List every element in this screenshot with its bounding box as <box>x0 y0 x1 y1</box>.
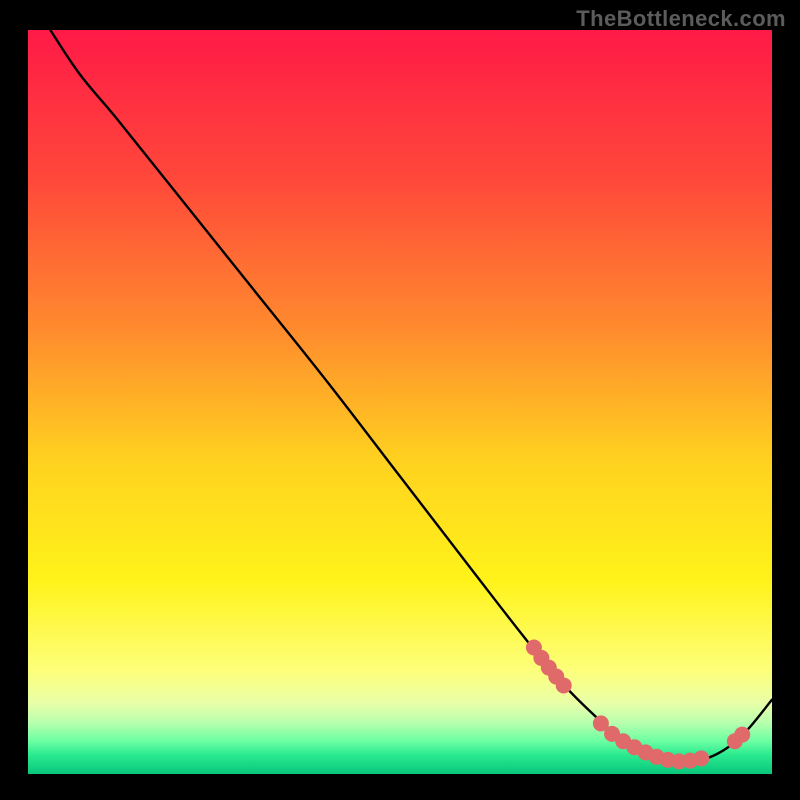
watermark-text: TheBottleneck.com <box>576 6 786 32</box>
bottleneck-chart <box>0 0 800 800</box>
marker-dot <box>693 750 709 766</box>
marker-dot <box>556 677 572 693</box>
marker-dot <box>734 727 750 743</box>
plot-background <box>28 30 772 774</box>
chart-frame: TheBottleneck.com <box>0 0 800 800</box>
